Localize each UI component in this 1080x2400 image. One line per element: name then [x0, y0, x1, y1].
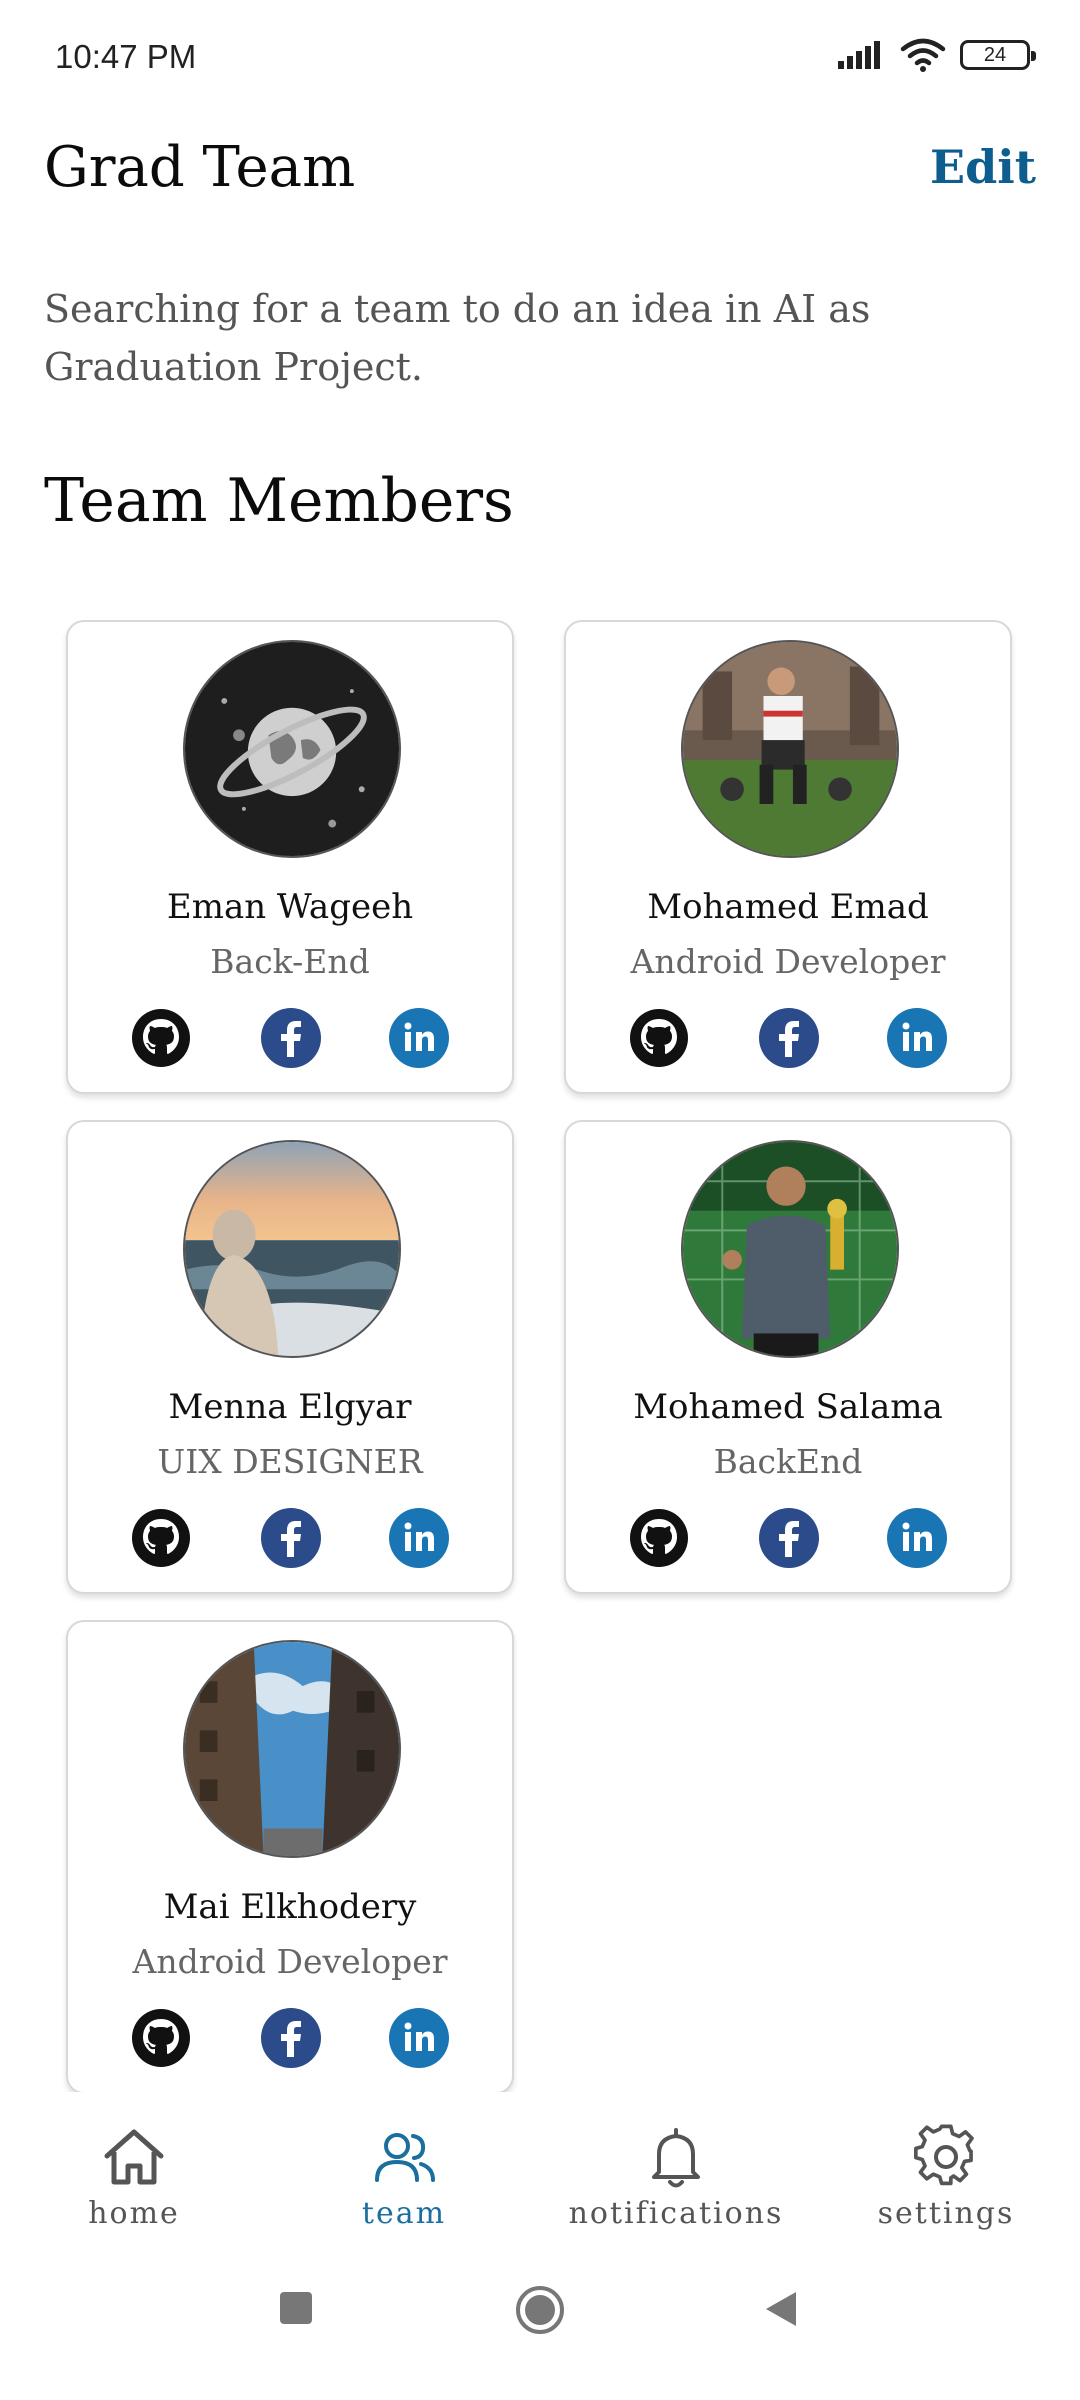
member-name: Mai Elkhodery: [163, 1887, 417, 1927]
bell-icon: [652, 2128, 700, 2188]
linkedin-icon[interactable]: [886, 1007, 948, 1069]
square-icon: [280, 2292, 312, 2324]
nav-label-settings: settings: [877, 2196, 1015, 2231]
team-description: Searching for a team to do an idea in AI…: [44, 287, 871, 389]
page-title: Grad Team: [44, 135, 356, 200]
github-icon[interactable]: [628, 1507, 690, 1569]
linkedin-icon[interactable]: [388, 1507, 450, 1569]
github-icon[interactable]: [628, 1007, 690, 1069]
battery-icon: 24: [960, 40, 1036, 70]
home-system-button[interactable]: [514, 2284, 566, 2340]
back-triangle-icon: [766, 2292, 796, 2326]
signal-icon: [838, 41, 880, 69]
circle-icon: [516, 2286, 564, 2334]
social-links: [566, 1507, 1010, 1569]
facebook-icon[interactable]: [260, 2007, 322, 2069]
member-role: Android Developer: [630, 942, 946, 981]
social-links: [68, 1007, 512, 1069]
facebook-icon[interactable]: [758, 1007, 820, 1069]
gear-icon: [914, 2124, 974, 2186]
social-links: [566, 1007, 1010, 1069]
header: Grad Team Edit: [0, 130, 1080, 220]
facebook-icon[interactable]: [260, 1507, 322, 1569]
home-icon: [104, 2129, 164, 2185]
nav-item-notifications[interactable]: notifications: [566, 2122, 786, 2232]
social-links: [68, 2007, 512, 2069]
linkedin-icon[interactable]: [388, 1007, 450, 1069]
section-title: Team Members: [44, 466, 514, 536]
status-icons: 24: [836, 38, 1036, 72]
member-name: Menna Elgyar: [168, 1387, 412, 1427]
github-icon[interactable]: [130, 2007, 192, 2069]
member-name: Mohamed Salama: [633, 1387, 943, 1427]
nav-label-home: home: [88, 2196, 180, 2231]
member-card[interactable]: Mohamed Salama BackEnd: [564, 1120, 1012, 1594]
member-card[interactable]: Mohamed Emad Android Developer: [564, 620, 1012, 1094]
recents-button[interactable]: [278, 2290, 314, 2330]
nav-label-notifications: notifications: [568, 2196, 784, 2231]
member-role: Android Developer: [132, 1942, 448, 1981]
trophy-photo-avatar: [681, 1140, 899, 1358]
member-role: UIX DESIGNER: [157, 1442, 423, 1481]
member-role: Back-End: [210, 942, 370, 981]
member-card[interactable]: Eman Wageeh Back-End: [66, 620, 514, 1094]
linkedin-icon[interactable]: [886, 1507, 948, 1569]
gym-photo-avatar: [681, 640, 899, 858]
social-links: [68, 1507, 512, 1569]
member-role: BackEnd: [713, 1442, 863, 1481]
github-icon[interactable]: [130, 1007, 192, 1069]
team-icon: [375, 2133, 435, 2182]
team-members-list[interactable]: Eman Wageeh Back-End Mohamed Emad Androi…: [0, 620, 1080, 2092]
nav-item-home[interactable]: home: [24, 2122, 244, 2232]
bottom-navigation: home team notifications settings: [0, 2092, 1080, 2242]
facebook-icon[interactable]: [758, 1507, 820, 1569]
battery-level: 24: [983, 43, 1007, 66]
space-planet-avatar: [183, 640, 401, 858]
system-navigation: [0, 2286, 1080, 2400]
status-time: 10:47 PM: [55, 38, 197, 75]
nav-item-settings[interactable]: settings: [836, 2122, 1056, 2232]
edit-button[interactable]: Edit: [930, 140, 1036, 194]
street-sky-avatar: [183, 1640, 401, 1858]
member-name: Mohamed Emad: [647, 887, 929, 927]
sea-sunset-avatar: [183, 1140, 401, 1358]
back-button[interactable]: [762, 2290, 800, 2332]
member-card[interactable]: Mai Elkhodery Android Developer: [66, 1620, 514, 2092]
wifi-icon: [900, 38, 946, 72]
linkedin-icon[interactable]: [388, 2007, 450, 2069]
nav-label-team: team: [361, 2196, 447, 2231]
status-bar: 10:47 PM 24: [0, 0, 1080, 110]
member-card[interactable]: Menna Elgyar UIX DESIGNER: [66, 1120, 514, 1594]
nav-item-team[interactable]: team: [294, 2122, 514, 2232]
facebook-icon[interactable]: [260, 1007, 322, 1069]
github-icon[interactable]: [130, 1507, 192, 1569]
member-name: Eman Wageeh: [166, 887, 414, 927]
